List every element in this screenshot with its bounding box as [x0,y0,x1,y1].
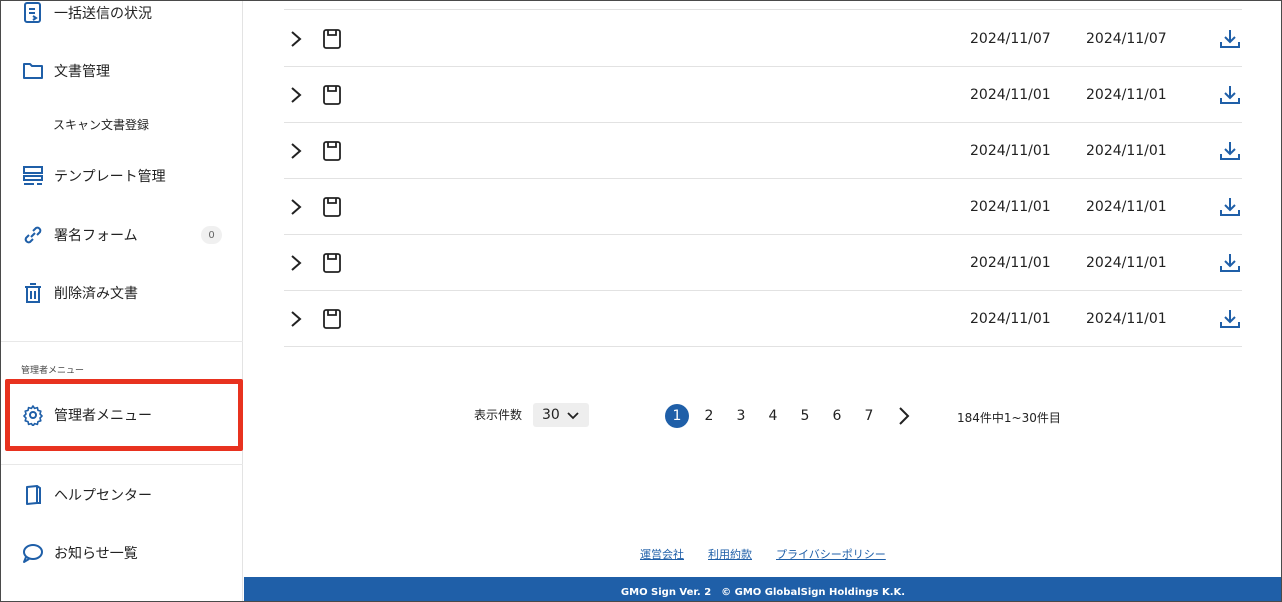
footer-link-company[interactable]: 運営会社 [640,546,684,562]
sidebar-item-label: ヘルプセンター [54,488,152,504]
row-date-1: 2024/11/01 [970,310,1051,327]
row-date-2: 2024/11/01 [1086,310,1167,327]
page-button-4[interactable]: 4 [761,404,785,428]
download-icon[interactable] [1218,84,1242,106]
chevron-right-icon[interactable] [288,309,304,329]
folder-icon [21,59,45,83]
chevron-right-icon[interactable] [288,197,304,217]
download-icon[interactable] [1218,252,1242,274]
table-row[interactable]: 2024/11/01 2024/11/01 [284,291,1242,347]
sidebar-item-bulk-send-status[interactable]: 一括送信の状況 [1,1,243,33]
sidebar-item-template-management[interactable]: テンプレート管理 [1,156,243,196]
bulk-send-icon [21,1,45,25]
sidebar-item-notices[interactable]: お知らせ一覧 [1,533,243,573]
per-page-label: 表示件数 [474,408,523,422]
table-row[interactable]: 2024/11/01 2024/11/01 [284,179,1242,235]
chevron-right-icon[interactable] [288,29,304,49]
footer-copyright: GMO Sign Ver. 2 © GMO GlobalSign Holding… [620,586,906,598]
sidebar-item-label: テンプレート管理 [54,169,166,185]
row-date-1: 2024/11/07 [970,30,1051,47]
sidebar-item-document-management[interactable]: 文書管理 [1,51,243,91]
document-icon [323,252,341,273]
row-date-1: 2024/11/01 [970,198,1051,215]
sidebar-item-label: お知らせ一覧 [54,546,138,562]
document-icon [323,140,341,161]
row-date-2: 2024/11/01 [1086,142,1167,159]
chevron-right-icon[interactable] [288,141,304,161]
link-icon [21,223,45,247]
sidebar-item-scan-register[interactable]: スキャン文書登録 [53,116,149,133]
row-date-1: 2024/11/01 [970,86,1051,103]
trash-icon [21,281,45,305]
row-date-1: 2024/11/01 [970,142,1051,159]
page-button-5[interactable]: 5 [793,404,817,428]
row-date-2: 2024/11/01 [1086,198,1167,215]
table-row[interactable]: 2024/11/07 2024/11/07 [284,11,1242,67]
chevron-down-icon [567,412,579,420]
admin-section-label: 管理者メニュー [21,366,85,376]
row-date-1: 2024/11/01 [970,254,1051,271]
footer-link-privacy[interactable]: プライバシーポリシー [776,546,886,562]
sidebar-item-help-center[interactable]: ヘルプセンター [1,475,243,515]
document-icon [323,28,341,49]
table-row[interactable]: 2024/11/01 2024/11/01 [284,123,1242,179]
row-date-2: 2024/11/07 [1086,30,1167,47]
template-icon [21,164,45,188]
sidebar-item-label: 一括送信の状況 [54,6,152,22]
per-page-select[interactable]: 30 [533,403,589,427]
row-date-2: 2024/11/01 [1086,86,1167,103]
download-icon[interactable] [1218,140,1242,162]
document-icon [323,308,341,329]
row-date-2: 2024/11/01 [1086,254,1167,271]
main-content: 2024/11/07 2024/11/07 2024/11/01 2024/11/01… [244,1,1281,601]
chevron-right-icon[interactable] [288,85,304,105]
speech-bubble-icon [21,541,45,565]
download-icon[interactable] [1218,308,1242,330]
download-icon[interactable] [1218,28,1242,50]
book-icon [21,483,45,507]
document-icon [323,84,341,105]
footer-links: 運営会社 利用約款 プライバシーポリシー [640,546,886,562]
page-button-7[interactable]: 7 [857,404,881,428]
per-page-value: 30 [542,407,560,423]
sidebar-divider [1,341,243,342]
sidebar-divider [1,464,243,465]
footer-bar: GMO Sign Ver. 2 © GMO GlobalSign Holding… [244,577,1281,601]
page-button-6[interactable]: 6 [825,404,849,428]
admin-menu-highlight [5,379,243,451]
app-frame: 一括送信の状況 文書管理 スキャン文書登録 テンプレート管理 署名フォーム 0 [0,0,1282,602]
sidebar: 一括送信の状況 文書管理 スキャン文書登録 テンプレート管理 署名フォーム 0 [1,1,243,601]
table-row[interactable]: 2024/11/01 2024/11/01 [284,67,1242,123]
table-top-divider [284,9,1242,10]
table-row[interactable]: 2024/11/01 2024/11/01 [284,235,1242,291]
chevron-right-icon[interactable] [288,253,304,273]
chevron-right-icon[interactable] [896,405,912,427]
download-icon[interactable] [1218,196,1242,218]
sidebar-item-label: 署名フォーム [54,228,138,244]
document-icon [323,196,341,217]
footer-link-terms[interactable]: 利用約款 [708,546,752,562]
sidebar-item-label: 文書管理 [54,64,110,80]
page-button-3[interactable]: 3 [729,404,753,428]
page-button-2[interactable]: 2 [697,404,721,428]
page-button-1[interactable]: 1 [665,404,689,428]
sidebar-item-deleted-documents[interactable]: 削除済み文書 [1,273,243,313]
sidebar-item-label: 削除済み文書 [54,286,138,302]
pagination-info: 184件中1~30件目 [957,411,1061,425]
signature-form-count-badge: 0 [201,226,222,244]
